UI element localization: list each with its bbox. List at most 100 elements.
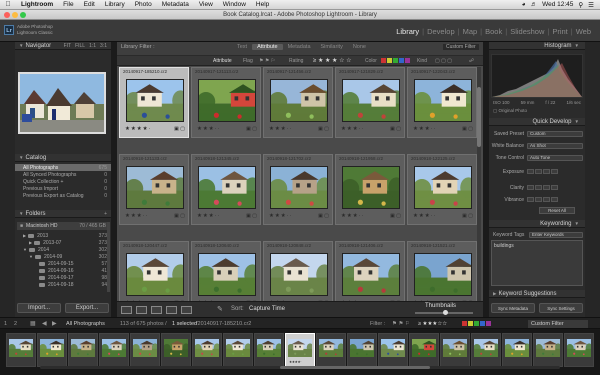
export-button[interactable]: Export... xyxy=(65,303,109,313)
catalog-item-previous-export[interactable]: Previous Export as Catalog 0 xyxy=(15,192,111,199)
filmstrip-scrollbar[interactable] xyxy=(40,366,560,369)
navigator-header[interactable]: ▼ Navigator FIT FILL 1:1 3:1 xyxy=(15,42,111,50)
grid-cell-rating[interactable]: ★ ★ ★ · · xyxy=(341,126,363,132)
folders-header[interactable]: ▼ Folders + xyxy=(15,210,111,218)
menu-window[interactable]: Window xyxy=(218,1,251,8)
keyword-suggestions-header[interactable]: ▶ Keyword Suggestions xyxy=(489,290,585,298)
filmstrip-thumbnail[interactable] xyxy=(161,333,191,367)
grid-cell-badges-icon[interactable]: ▣ ▢ xyxy=(390,126,401,132)
green-swatch[interactable] xyxy=(393,58,398,63)
purple-swatch[interactable] xyxy=(486,321,491,326)
red-swatch[interactable] xyxy=(381,58,386,63)
grid-cell-thumbnail[interactable] xyxy=(270,166,328,209)
catalog-item-all-photographs[interactable]: All Photographs 675 xyxy=(15,164,111,171)
filter-preset-select[interactable]: Custom Filter xyxy=(443,44,479,50)
grid-cell[interactable]: 20140917-121113.cr2 ★ ★ ★ · · ▣ ▢ xyxy=(191,67,261,138)
grid-cell-rating[interactable]: ★ ★ ★ ★ · xyxy=(125,126,150,132)
spotlight-icon[interactable]: ⚲ xyxy=(578,1,583,9)
folder-item[interactable]: 2014-09-17 98 xyxy=(15,274,111,281)
filter-tab-text[interactable]: Text xyxy=(232,44,252,50)
import-button[interactable]: Import... xyxy=(17,303,61,313)
filmstrip-thumbnail[interactable] xyxy=(316,333,346,367)
grid-cell-badges-icon[interactable]: ▣ ▢ xyxy=(246,213,257,219)
folder-item[interactable]: ▶ 2013-07 373 xyxy=(15,239,111,246)
add-folder-icon[interactable]: + xyxy=(104,211,107,217)
blue-swatch[interactable] xyxy=(399,58,404,63)
zoom-fill[interactable]: FILL xyxy=(75,43,85,49)
zoom-3-1[interactable]: 3:1 xyxy=(100,43,107,49)
menu-library[interactable]: Library xyxy=(100,1,130,8)
menu-view[interactable]: View xyxy=(194,1,218,8)
filter-tab-similarity[interactable]: Similarity xyxy=(316,44,348,50)
menu-file[interactable]: File xyxy=(58,1,78,8)
histogram-header[interactable]: Histogram ▼ xyxy=(489,42,585,50)
keywords-textarea[interactable]: buildings xyxy=(491,240,583,286)
filmstrip-thumbnail[interactable] xyxy=(6,333,36,367)
grid-cell-thumbnail[interactable] xyxy=(342,79,400,122)
grid-cell-badges-icon[interactable]: ▣ ▢ xyxy=(390,213,401,219)
painter-icon[interactable]: ✎ xyxy=(217,305,223,313)
grid-scrollbar-thumb[interactable] xyxy=(477,87,481,147)
filmstrip-thumbnail[interactable] xyxy=(99,333,129,367)
zoom-fit[interactable]: FIT xyxy=(64,43,72,49)
folder-item[interactable]: 2014-09-16 41 xyxy=(15,267,111,274)
grid-cell-rating[interactable]: ★ ★ ★ · · xyxy=(341,213,363,219)
filter-lock-icon[interactable]: ☍ xyxy=(469,58,474,64)
apple-menu-icon[interactable]:  xyxy=(0,1,16,8)
filmstrip-thumbnail[interactable] xyxy=(37,333,67,367)
filmstrip-thumbnail[interactable] xyxy=(471,333,501,367)
menu-app[interactable]: Lightroom xyxy=(16,1,58,8)
grid-cell-badges-icon[interactable]: ▣ ▢ xyxy=(462,213,473,219)
filmstrip-thumbnail[interactable] xyxy=(192,333,222,367)
grid-cell[interactable]: 20140918-121702.cr2 ★ ★ ★ · · ▣ ▢ xyxy=(263,154,333,225)
grid-view-icon[interactable] xyxy=(121,306,132,314)
grid-icon[interactable]: ▦ xyxy=(30,320,36,327)
sync-metadata-button[interactable]: Sync Metadata xyxy=(491,303,535,313)
grid-cell-thumbnail[interactable] xyxy=(270,253,328,296)
grid-cell-thumbnail[interactable] xyxy=(126,253,184,296)
grid-cell-rating[interactable]: ★ ★ ★ · · xyxy=(413,126,435,132)
catalog-item-quick-collection[interactable]: Quick Collection + 0 xyxy=(15,178,111,185)
filter-tab-attribute[interactable]: Attribute xyxy=(252,44,283,50)
clock[interactable]: Wed 12:45 xyxy=(542,1,573,8)
color-label-swatches[interactable] xyxy=(381,58,410,63)
folders-scrollbar[interactable] xyxy=(107,222,110,292)
clarity-buttons[interactable] xyxy=(527,185,558,190)
kind-icons[interactable]: ▢ ▢ ▢ xyxy=(435,58,452,64)
folder-item[interactable]: 2014-09-18 94 xyxy=(15,281,111,288)
vibrance-buttons[interactable] xyxy=(527,197,558,202)
module-slideshow[interactable]: Slideshow xyxy=(507,27,547,36)
filmstrip-color-filter[interactable] xyxy=(462,321,491,326)
zoom-1-1[interactable]: 1:1 xyxy=(89,43,96,49)
thumbnail-size-slider-thumb[interactable] xyxy=(443,310,448,315)
grid-cell-rating[interactable]: ★ ★ ★ · · xyxy=(125,213,147,219)
back-arrow-icon[interactable]: ◀ xyxy=(42,320,47,327)
page1-button[interactable]: 1 xyxy=(4,321,7,327)
menu-edit[interactable]: Edit xyxy=(79,1,100,8)
saved-preset-select[interactable]: Custom xyxy=(527,130,583,137)
filmstrip-thumbnail[interactable] xyxy=(254,333,284,367)
sync-settings-button[interactable]: Sync Settings xyxy=(539,303,583,313)
yellow-swatch[interactable] xyxy=(468,321,473,326)
filmstrip-thumbnail[interactable] xyxy=(502,333,532,367)
filter-tab-metadata[interactable]: Metadata xyxy=(283,44,316,50)
grid-cell-badges-icon[interactable]: ▣ ▢ xyxy=(174,126,185,132)
quick-develop-header[interactable]: Quick Develop ▼ xyxy=(489,118,585,126)
notifications-icon[interactable]: ☰ xyxy=(588,1,594,9)
filmstrip-source[interactable]: All Photographs xyxy=(66,321,105,327)
wifi-icon[interactable]: ◕ xyxy=(522,1,526,8)
folder-item[interactable]: ▼ 2014 302 xyxy=(15,246,111,253)
menu-metadata[interactable]: Metadata xyxy=(157,1,194,8)
folder-item[interactable]: ▼ 2014-09 302 xyxy=(15,253,111,260)
grid-cell-badges-icon[interactable]: ▣ ▢ xyxy=(174,213,185,219)
folder-item[interactable]: 2014-09-15 57 xyxy=(15,260,111,267)
grid-cell[interactable]: 20140918-121133.cr2 ★ ★ ★ · · ▣ ▢ xyxy=(119,154,189,225)
grid-cell[interactable]: 20140918-121958.cr2 ★ ★ ★ · · ▣ ▢ xyxy=(335,154,405,225)
grid-cell-thumbnail[interactable] xyxy=(198,253,256,296)
grid-cell-thumbnail[interactable] xyxy=(270,79,328,122)
module-book[interactable]: Book xyxy=(482,27,505,36)
auto-tone-button[interactable]: Auto Tone xyxy=(527,154,583,161)
grid-cell-rating[interactable]: ★ ★ ★ · · xyxy=(269,213,291,219)
grid-cell-badges-icon[interactable]: ▣ ▢ xyxy=(462,126,473,132)
catalog-item-previous-import[interactable]: Previous Import 0 xyxy=(15,185,111,192)
